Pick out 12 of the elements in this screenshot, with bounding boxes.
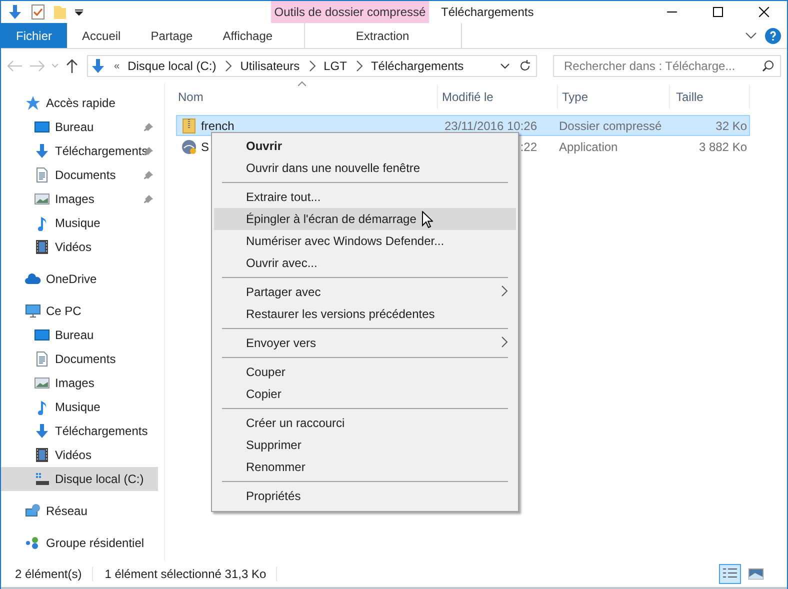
modified-date: :22 [520,140,537,154]
contextual-tab-group: Outils de dossier compressé [271,1,429,23]
file-name: french [201,118,234,132]
file-size: 3 882 Ko [698,140,747,154]
file-size: 32 Ko [716,118,747,132]
file-name: S [201,140,210,154]
modified-date: 23/11/2016 10:26 [444,118,537,132]
window-title: Téléchargements [440,4,535,21]
file-type: Application [559,140,618,154]
item-count: 2 élément(s) [15,567,93,581]
file-type: Dossier compressé [559,118,662,132]
selection-info: 1 élément sélectionné 31,3 Ko [104,567,278,581]
